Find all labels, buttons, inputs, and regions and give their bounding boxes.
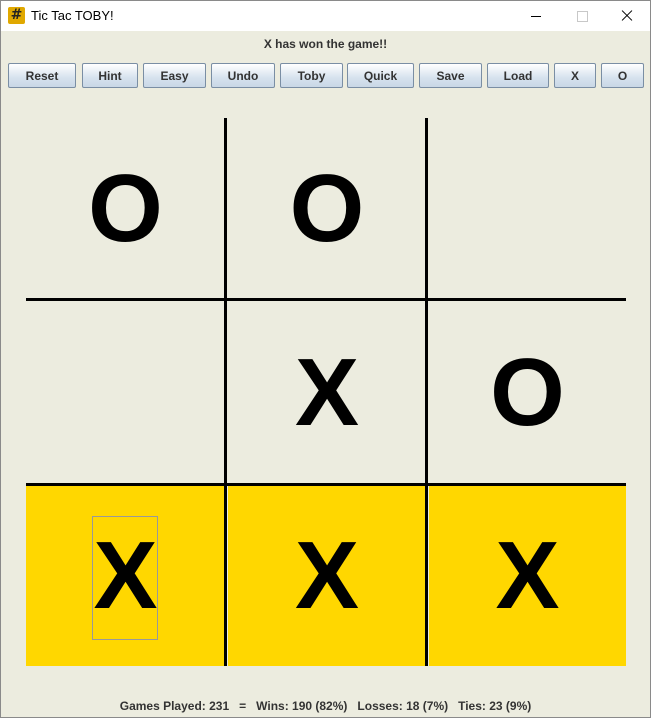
cell-mark: O — [289, 154, 365, 262]
grid-line — [26, 483, 626, 486]
hint-button[interactable]: Hint — [82, 63, 138, 88]
cell-mark: O — [88, 154, 163, 262]
load-button[interactable]: Load — [487, 63, 549, 88]
board-cell-7[interactable]: X — [26, 486, 225, 666]
board-cell-5[interactable]: X — [228, 302, 426, 483]
app-window: # Tic Tac TOBY! X has won the game!! Res… — [0, 0, 651, 718]
toby-button[interactable]: Toby — [280, 63, 343, 88]
board-cell-8[interactable]: X — [228, 486, 426, 666]
reset-button[interactable]: Reset — [8, 63, 76, 88]
game-status: X has won the game!! — [263, 37, 388, 51]
focus-ring — [92, 516, 158, 640]
close-icon[interactable] — [604, 1, 650, 31]
play-x-button[interactable]: X — [554, 63, 596, 88]
board-cell-6[interactable]: O — [429, 302, 626, 483]
board-cell-1[interactable]: O — [26, 118, 225, 299]
easy-button[interactable]: Easy — [143, 63, 206, 88]
grid-line — [224, 118, 227, 666]
toolbar: Reset Hint Easy Undo Toby Quick Save Loa… — [1, 63, 650, 89]
window-title: Tic Tac TOBY! — [31, 8, 114, 23]
board-cell-2[interactable]: O — [228, 118, 426, 299]
board-cell-4[interactable] — [26, 302, 225, 483]
undo-button[interactable]: Undo — [211, 63, 275, 88]
save-button[interactable]: Save — [419, 63, 482, 88]
board-cell-9[interactable]: X — [429, 486, 626, 666]
cell-mark: X — [294, 522, 360, 629]
board-cell-3[interactable] — [429, 118, 626, 299]
title-bar: # Tic Tac TOBY! — [1, 1, 650, 31]
play-o-button[interactable]: O — [601, 63, 644, 88]
minimize-icon[interactable] — [513, 1, 559, 31]
grid-line — [425, 118, 428, 666]
hash-icon: # — [8, 7, 25, 24]
game-board: O O X O X X X — [26, 118, 626, 666]
cell-mark: X — [495, 522, 560, 629]
cell-mark: X — [294, 338, 360, 446]
cell-mark: O — [490, 338, 565, 446]
grid-line — [26, 298, 626, 301]
maximize-icon[interactable] — [559, 1, 605, 31]
stats-bar: Games Played: 231 = Wins: 190 (82%) Loss… — [119, 699, 532, 713]
quick-button[interactable]: Quick — [347, 63, 414, 88]
